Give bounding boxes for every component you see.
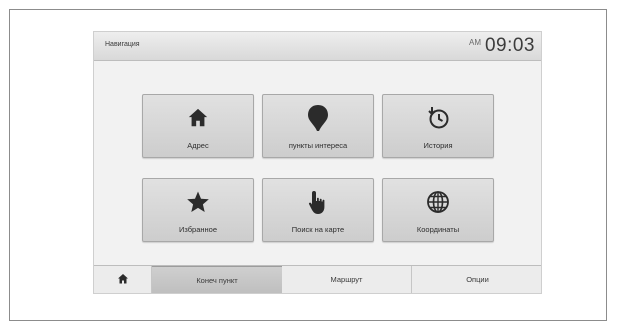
tile-search-on-map[interactable]: Поиск на карте (262, 178, 374, 242)
clock-indicator: AM (469, 38, 481, 47)
bottom-tab-bar: Конеч пункт Маршрут Опции (94, 265, 541, 293)
tab-home[interactable] (94, 266, 152, 293)
clock-time: 09:03 (484, 35, 535, 56)
tile-address-label: Адрес (187, 141, 209, 150)
globe-icon (383, 189, 493, 215)
page-title: Навигация (105, 41, 140, 48)
tile-history-label: История (423, 141, 453, 150)
tab-end-point[interactable]: Конеч пункт (152, 266, 282, 293)
tile-favorites[interactable]: Избранное (142, 178, 254, 242)
map-pin-icon (263, 105, 373, 131)
navigation-screen: Навигация AM 09:03 Адрес пункты интереса… (93, 31, 542, 294)
star-icon (143, 189, 253, 215)
tab-route[interactable]: Маршрут (282, 266, 412, 293)
tab-options[interactable]: Опции (412, 266, 541, 293)
tile-points-of-interest[interactable]: пункты интереса (262, 94, 374, 158)
header-bar: Навигация AM 09:03 (94, 32, 541, 61)
tile-history[interactable]: История (382, 94, 494, 158)
tile-address[interactable]: Адрес (142, 94, 254, 158)
tile-points-of-interest-label: пункты интереса (288, 141, 348, 150)
tile-favorites-label: Избранное (178, 225, 217, 234)
tile-coordinates-label: Координаты (416, 225, 460, 234)
history-clock-icon (383, 105, 493, 131)
home-icon (143, 105, 253, 131)
tile-coordinates[interactable]: Координаты (382, 178, 494, 242)
hand-pointer-icon (263, 189, 373, 215)
tile-search-on-map-label: Поиск на карте (291, 225, 345, 234)
home-icon (117, 273, 129, 287)
